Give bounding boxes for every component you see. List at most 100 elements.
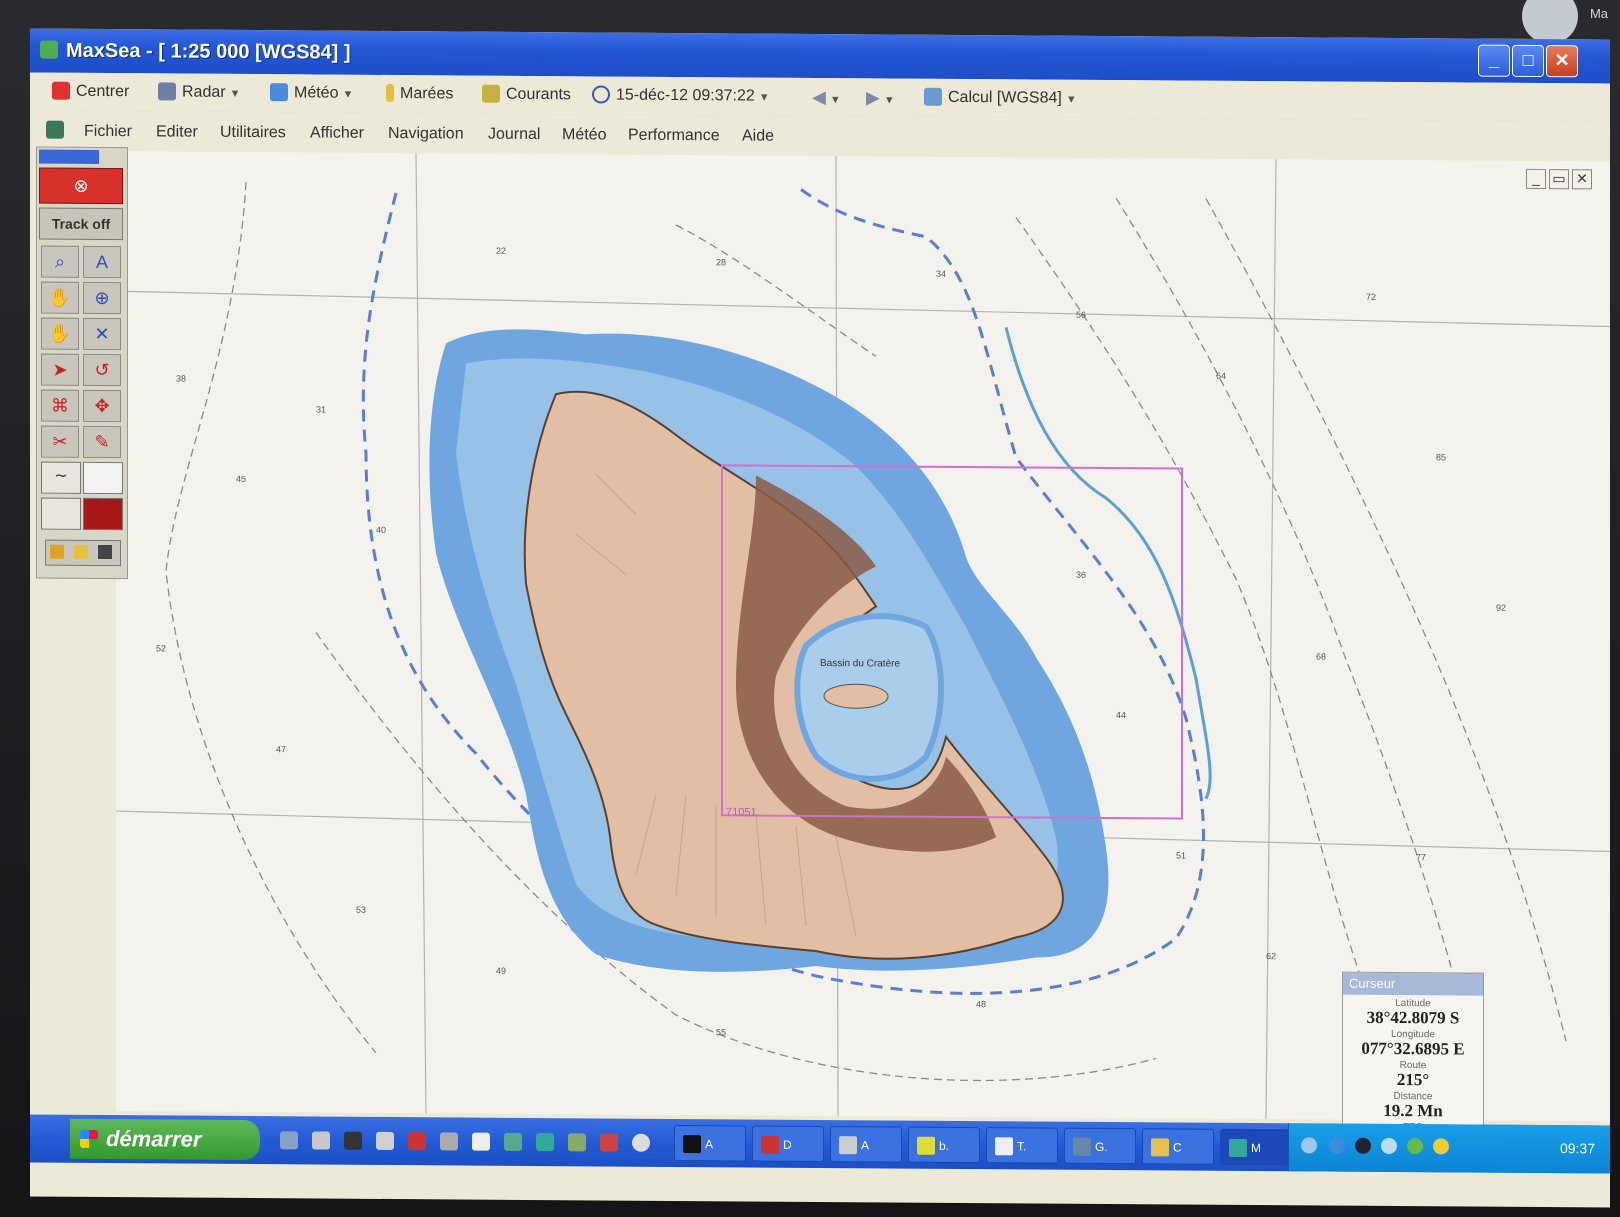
task-button-8[interactable]: M — [1220, 1128, 1292, 1166]
task-button-3[interactable]: A — [830, 1126, 902, 1163]
menu-journal[interactable]: Journal — [488, 126, 540, 144]
task-button-7[interactable]: C — [1142, 1128, 1214, 1165]
tray-app-icon[interactable] — [1407, 1138, 1423, 1155]
quicklaunch-icon-7[interactable] — [472, 1132, 490, 1151]
palette-titlebar — [39, 149, 99, 164]
calc-button[interactable]: Calcul [WGS84] ▼ — [924, 87, 1077, 108]
quicklaunch-icon-10[interactable] — [568, 1133, 586, 1152]
datetime-select[interactable]: 15-déc-12 09:37:22 ▼ — [592, 85, 770, 105]
quicklaunch-icon-6[interactable] — [440, 1132, 458, 1151]
center-button[interactable]: Centrer — [52, 81, 129, 102]
menu-view[interactable]: Afficher — [310, 124, 364, 142]
svg-text:53: 53 — [356, 905, 366, 915]
longitude-value: 077°32.6895 E — [1361, 1038, 1465, 1059]
line-style-icon[interactable]: ∼ — [41, 461, 81, 494]
menu-navigation[interactable]: Navigation — [388, 125, 464, 144]
route-icon[interactable]: ↺ — [83, 353, 121, 387]
boat-icon — [46, 120, 64, 139]
svg-text:31: 31 — [316, 404, 326, 414]
time-back-button[interactable]: ◀ ▼ — [812, 87, 841, 108]
weather-icon — [270, 83, 288, 102]
svg-text:51: 51 — [1176, 850, 1186, 860]
waypoint-icon[interactable]: ⌘ — [41, 389, 79, 422]
cross-icon[interactable]: ✕ — [83, 317, 121, 351]
currents-button[interactable]: Courants — [482, 84, 571, 105]
svg-text:47: 47 — [276, 744, 286, 754]
record-button[interactable]: ⊗ — [39, 167, 123, 205]
windows-logo-icon — [80, 1129, 98, 1148]
time-forward-button[interactable]: ▶ ▼ — [866, 87, 895, 108]
task-button-6[interactable]: G. — [1064, 1127, 1136, 1165]
menu-edit[interactable]: Editer — [156, 123, 198, 141]
svg-text:55: 55 — [716, 1027, 726, 1037]
fill-color-swatch[interactable] — [83, 461, 123, 495]
system-tray: 09:37 — [1288, 1123, 1610, 1174]
quicklaunch-icon-11[interactable] — [600, 1133, 618, 1152]
tides-button[interactable]: Marées — [386, 83, 453, 103]
svg-text:49: 49 — [496, 966, 506, 976]
chart-window-controls: _ ▭ ✕ — [1523, 168, 1592, 190]
svg-text:92: 92 — [1496, 603, 1506, 613]
drag-icon[interactable]: ✋ — [41, 317, 79, 350]
quicklaunch-icon-12[interactable] — [632, 1133, 650, 1152]
chart-minimize-button[interactable]: _ — [1526, 168, 1546, 190]
bezel-logo: Ma — [1522, 0, 1608, 44]
chart-restore-button[interactable]: ▭ — [1549, 169, 1569, 190]
zoom-icon[interactable]: ⌕ — [41, 245, 79, 278]
tray-clock[interactable]: 09:37 — [1560, 1140, 1595, 1156]
layer-day-icon[interactable] — [74, 544, 88, 559]
svg-text:64: 64 — [1216, 371, 1226, 381]
quicklaunch-icon-9[interactable] — [536, 1133, 554, 1152]
radar-button[interactable]: Radar ▼ — [158, 82, 240, 102]
tool-palette: ⊗ Track off ⌕ A ✋ ⊕ ✋ ✕ ➤ ↺ ⌘ ✥ ✂ ✎ ∼ — [36, 146, 128, 580]
task-button-5[interactable]: T. — [986, 1127, 1058, 1164]
layer-buttons[interactable] — [45, 539, 121, 567]
task-button-4[interactable]: b. — [908, 1126, 980, 1164]
tray-monitor-icon[interactable] — [1355, 1137, 1371, 1154]
menu-file[interactable]: Fichier — [84, 123, 132, 141]
quicklaunch-icon-8[interactable] — [504, 1132, 522, 1151]
cursor-panel-header: Curseur — [1343, 972, 1483, 996]
maximize-button[interactable]: □ — [1512, 44, 1544, 78]
svg-text:22: 22 — [496, 246, 506, 256]
text-icon[interactable]: A — [83, 245, 121, 279]
tide-icon — [386, 83, 394, 103]
tray-bluetooth-icon[interactable] — [1381, 1137, 1397, 1155]
start-button[interactable]: démarrer — [70, 1118, 260, 1161]
close-button[interactable]: ✕ — [1546, 45, 1578, 78]
minimize-button[interactable]: _ — [1478, 44, 1510, 77]
tray-arrow-icon[interactable] — [1301, 1137, 1317, 1154]
target-icon[interactable]: ⊕ — [83, 281, 121, 315]
meteo-button[interactable]: Météo ▼ — [270, 83, 353, 103]
menu-utilities[interactable]: Utilitaires — [220, 124, 286, 142]
track-off-button[interactable]: Track off — [39, 207, 123, 241]
move-icon[interactable]: ✥ — [83, 389, 121, 423]
tray-network-icon[interactable] — [1329, 1137, 1345, 1154]
pointer-icon[interactable]: ➤ — [41, 353, 79, 386]
task-button-1[interactable]: A — [674, 1124, 746, 1162]
quicklaunch-icon-2[interactable] — [312, 1131, 330, 1150]
task-button-2[interactable]: D — [752, 1125, 824, 1163]
svg-text:68: 68 — [1316, 651, 1326, 661]
latitude-value: 38°42.8079 S — [1366, 1007, 1460, 1028]
pencil-icon[interactable]: ✎ — [83, 425, 121, 459]
quicklaunch-icon-1[interactable] — [280, 1131, 298, 1150]
svg-text:38: 38 — [176, 374, 186, 384]
quicklaunch-icon-5[interactable] — [408, 1132, 426, 1151]
layer-sun-icon[interactable] — [50, 544, 64, 559]
line-color-swatch[interactable] — [41, 497, 81, 530]
menu-help[interactable]: Aide — [742, 127, 774, 145]
current-icon — [482, 84, 500, 103]
tray-security-icon[interactable] — [1433, 1138, 1449, 1155]
quicklaunch-icon-4[interactable] — [376, 1131, 394, 1151]
quicklaunch-icon-3[interactable] — [344, 1131, 362, 1150]
svg-text:85: 85 — [1436, 452, 1446, 462]
cut-icon[interactable]: ✂ — [41, 425, 79, 458]
stroke-color-swatch[interactable] — [83, 497, 123, 531]
menu-performance[interactable]: Performance — [628, 127, 720, 146]
layer-night-icon[interactable] — [98, 544, 112, 560]
chart-close-button[interactable]: ✕ — [1572, 169, 1592, 190]
menu-meteo[interactable]: Météo — [562, 126, 606, 144]
svg-text:48: 48 — [976, 999, 986, 1009]
pan-icon[interactable]: ✋ — [41, 281, 79, 314]
